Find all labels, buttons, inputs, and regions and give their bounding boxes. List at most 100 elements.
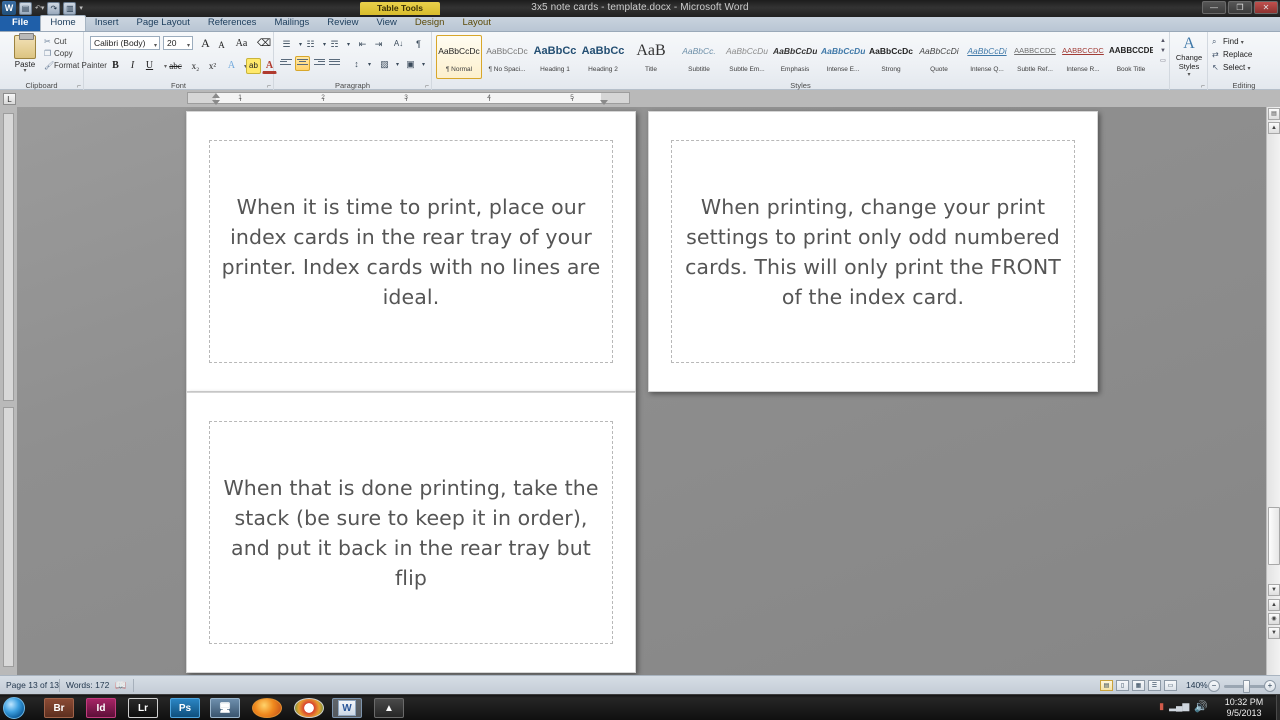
note-card-1-cell[interactable]: When it is time to print, place our inde… — [209, 140, 613, 363]
tab-design[interactable]: Design — [406, 16, 454, 31]
cut-button[interactable]: ✂ Cut — [44, 37, 66, 46]
change-case-button[interactable]: Aa — [234, 36, 249, 52]
previous-page-button[interactable]: ▲ — [1268, 599, 1280, 611]
start-button[interactable] — [3, 697, 25, 719]
copy-button[interactable]: ❐ Copy — [44, 49, 73, 58]
styles-gallery-scroll[interactable]: ▲ ▼ ▭ — [1159, 36, 1167, 66]
style-item-subtle-emphasis[interactable]: AaBbCcDu Subtle Em... — [724, 35, 770, 79]
proofing-status-icon[interactable]: 📖 — [115, 680, 126, 691]
style-item-intense-reference[interactable]: AABBCCDC Intense R... — [1060, 35, 1106, 79]
bullets-button[interactable]: ☰ — [279, 36, 294, 51]
style-item-book-title[interactable]: AABBCCDE Book Title — [1108, 35, 1154, 79]
note-card-1[interactable]: When it is time to print, place our inde… — [186, 111, 636, 392]
note-card-3[interactable]: When that is done printing, take the sta… — [186, 392, 636, 673]
grow-font-button[interactable]: A — [198, 35, 213, 51]
style-item-strong[interactable]: AaBbCcDc Strong — [868, 35, 914, 79]
bold-button[interactable]: B — [108, 58, 123, 74]
view-outline-button[interactable]: ☰ — [1148, 680, 1161, 691]
vlc-icon[interactable]: ▲ — [374, 698, 404, 718]
borders-dropdown-icon[interactable]: ▾ — [416, 57, 431, 72]
paste-dropdown-icon[interactable]: ▾ — [8, 68, 42, 74]
chrome-icon[interactable] — [294, 698, 324, 718]
volume-icon[interactable]: 🔊 — [1194, 700, 1208, 713]
styles-dialog-launcher[interactable]: ⌐ — [1201, 83, 1205, 90]
style-item-subtitle[interactable]: AaBbCc. Subtitle — [676, 35, 722, 79]
zoom-out-button[interactable]: − — [1208, 680, 1220, 692]
select-button[interactable]: ↖ Select ▾ — [1212, 63, 1250, 72]
decrease-indent-button[interactable]: ⇤ — [355, 36, 370, 51]
find-button[interactable]: ⌕ Find ▾ — [1212, 37, 1244, 47]
minimize-button[interactable]: — — [1202, 1, 1226, 14]
style-item-heading-2[interactable]: AaBbCc Heading 2 — [580, 35, 626, 79]
align-right-button[interactable] — [311, 56, 326, 71]
document-canvas[interactable]: When it is time to print, place our inde… — [0, 107, 1266, 675]
microsoft-word-taskbar-button[interactable]: W — [332, 698, 362, 718]
note-card-3-cell[interactable]: When that is done printing, take the sta… — [209, 421, 613, 644]
tab-mailings[interactable]: Mailings — [265, 16, 318, 31]
tab-references[interactable]: References — [199, 16, 266, 31]
zoom-level[interactable]: 140% — [1186, 680, 1208, 690]
tab-home[interactable]: Home — [40, 15, 86, 31]
replace-button[interactable]: ⇄ Replace — [1212, 50, 1252, 59]
subscript-button[interactable]: x₂ — [188, 58, 203, 74]
view-web-layout-button[interactable]: ▦ — [1132, 680, 1145, 691]
font-name-dropdown-icon[interactable]: ▾ — [154, 41, 157, 52]
style-item-quote[interactable]: AaBbCcDi Quote — [916, 35, 962, 79]
style-item-emphasis[interactable]: AaBbCcDu Emphasis — [772, 35, 818, 79]
word-count[interactable]: Words: 172 — [66, 680, 109, 690]
left-indent-marker[interactable] — [212, 100, 220, 105]
close-button[interactable]: ✕ — [1254, 1, 1278, 14]
firefox-icon[interactable] — [252, 698, 282, 718]
scroll-up-button[interactable]: ▲ — [1268, 122, 1280, 134]
view-print-layout-button[interactable]: ▤ — [1100, 680, 1113, 691]
view-draft-button[interactable]: ▭ — [1164, 680, 1177, 691]
style-item-intense-emphasis[interactable]: AaBbCcDu Intense E... — [820, 35, 866, 79]
clock[interactable]: 10:32 PM 9/5/2013 — [1212, 697, 1276, 719]
underline-button[interactable]: U — [142, 58, 157, 74]
style-item-heading-1[interactable]: AaBbCс Heading 1 — [532, 35, 578, 79]
sort-button[interactable]: A↓ — [391, 36, 406, 51]
select-browse-object-button[interactable]: ◉ — [1268, 613, 1280, 625]
shrink-font-button[interactable]: A — [214, 37, 229, 53]
scroll-down-button[interactable]: ▼ — [1268, 584, 1280, 596]
text-effects-button[interactable]: A — [224, 58, 239, 74]
paste-button[interactable]: Paste ▾ — [8, 33, 42, 74]
strikethrough-button[interactable]: abc — [168, 58, 183, 74]
clear-formatting-button[interactable]: ⌫ — [256, 36, 272, 52]
show-desktop-button[interactable] — [1276, 695, 1280, 720]
align-left-button[interactable] — [279, 56, 294, 71]
clipboard-dialog-launcher[interactable]: ⌐ — [77, 83, 81, 90]
page-indicator[interactable]: Page 13 of 13 — [6, 680, 59, 690]
show-formatting-marks-button[interactable]: ¶ — [411, 36, 426, 51]
style-item-no-spacing[interactable]: AaBbCcDc ¶ No Spaci... — [484, 35, 530, 79]
computer-icon[interactable]: 🖥 — [210, 698, 240, 718]
font-dialog-launcher[interactable]: ⌐ — [267, 83, 271, 90]
tab-view[interactable]: View — [367, 16, 405, 31]
zoom-slider-knob[interactable] — [1243, 680, 1250, 693]
line-spacing-dropdown-icon[interactable]: ▾ — [362, 57, 377, 72]
adobe-bridge-icon[interactable]: Br — [44, 698, 74, 718]
superscript-button[interactable]: x² — [205, 58, 220, 74]
multilevel-dropdown-icon[interactable]: ▾ — [341, 37, 356, 52]
style-item-intense-quote[interactable]: AaBbCcDi Intense Q... — [964, 35, 1010, 79]
font-size-dropdown-icon[interactable]: ▾ — [187, 41, 190, 52]
next-page-button[interactable]: ▼ — [1268, 627, 1280, 639]
style-item-title[interactable]: AaB Title — [628, 35, 674, 79]
network-icon[interactable]: ▂▄▆ — [1169, 701, 1189, 712]
font-name-input[interactable]: Calibri (Body) ▾ — [90, 36, 160, 50]
adobe-lightroom-icon[interactable]: Lr — [128, 698, 158, 718]
style-item-normal[interactable]: AaBbCcDc ¶ Normal — [436, 35, 482, 79]
change-styles-button[interactable]: A Change Styles ▾ — [1170, 35, 1208, 78]
vertical-scrollbar[interactable]: ▤ ▲ ▼ ▲ ◉ ▼ — [1266, 107, 1280, 675]
font-size-input[interactable]: 20 ▾ — [163, 36, 193, 50]
align-center-button[interactable] — [295, 56, 310, 71]
note-card-2[interactable]: When printing, change your print setting… — [648, 111, 1098, 392]
scroll-split-box[interactable]: ▤ — [1268, 108, 1280, 120]
increase-indent-button[interactable]: ⇥ — [371, 36, 386, 51]
italic-button[interactable]: I — [125, 58, 140, 74]
tab-stop-selector[interactable]: L — [3, 93, 16, 105]
justify-button[interactable] — [327, 56, 342, 71]
style-item-subtle-reference[interactable]: AABBCCDC Subtle Ref... — [1012, 35, 1058, 79]
multilevel-list-button[interactable]: ☶ — [327, 36, 342, 51]
tab-review[interactable]: Review — [318, 16, 367, 31]
